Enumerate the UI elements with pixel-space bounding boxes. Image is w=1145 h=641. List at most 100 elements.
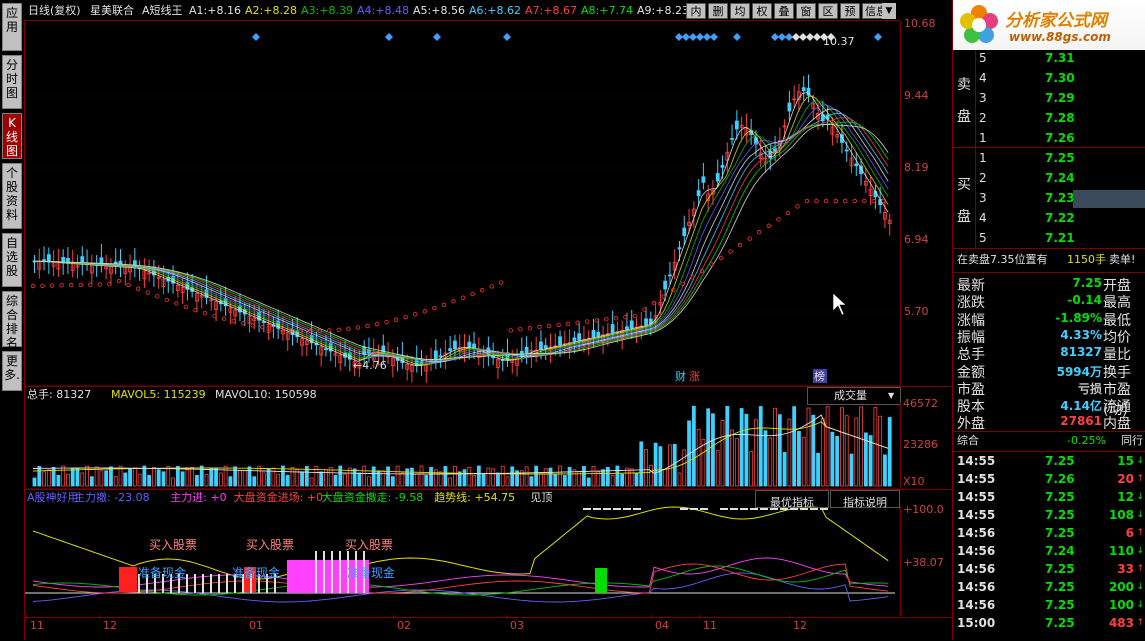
best-indicator-button[interactable]: 最优指标 xyxy=(755,490,829,509)
order-row[interactable]: 2 7.28 xyxy=(977,108,1145,128)
volume-bar xyxy=(529,476,534,487)
chart-header: 日线(复权) 星美联合 A短线王 A1:+8.16 A2:+8.28 A3:+8.3… xyxy=(24,0,899,21)
top-dash xyxy=(760,508,768,510)
stat-value: 81327 xyxy=(1060,345,1102,360)
top-dash xyxy=(633,508,641,510)
volume-bar xyxy=(883,454,887,487)
sidebar-tab[interactable]: 自选股 xyxy=(2,233,22,287)
indicator-name: A短线王 xyxy=(142,4,183,17)
signal-diamond-icon xyxy=(682,33,690,41)
sar-dot xyxy=(365,323,370,329)
volume-bar xyxy=(677,472,682,487)
trade-volume: 12 xyxy=(1117,490,1134,504)
indicator-help-button[interactable]: 指标说明 xyxy=(830,490,900,509)
volume-bar xyxy=(419,465,424,487)
order-row[interactable]: 1 7.26 xyxy=(977,128,1145,148)
sidebar-tab[interactable]: 个股资料 xyxy=(2,163,22,229)
indicator-value: 主力进: +0 xyxy=(170,491,227,504)
quote-panel: 分析家公式网 www.88gs.com 卖 盘 买 盘 5 7.31 4 7.30 3 7… xyxy=(952,0,1145,640)
sar-dot xyxy=(823,198,829,204)
toolbar-button[interactable]: 均 xyxy=(730,3,750,19)
volume-bar xyxy=(42,471,46,487)
sar-dot xyxy=(135,286,141,291)
top-dash xyxy=(680,508,688,510)
order-row[interactable]: 4 7.22 xyxy=(977,208,1145,228)
cash-signal-label: 准备现金 xyxy=(138,565,186,580)
sar-dot xyxy=(413,312,418,317)
trade-price: 7.25 xyxy=(1045,526,1075,540)
toolbar-button[interactable]: 区 xyxy=(818,3,838,19)
volume-bar xyxy=(682,449,687,487)
volume-bar xyxy=(414,473,419,487)
low-price-label: ←4.76 xyxy=(353,359,387,372)
candle-body xyxy=(543,345,548,349)
volume-bar xyxy=(720,419,725,487)
order-row[interactable]: 1 7.25 xyxy=(977,148,1145,168)
notice-suffix: 卖单! xyxy=(1109,253,1136,266)
stat-value: 5994万 xyxy=(1056,364,1102,379)
volume-bar xyxy=(739,408,744,487)
sidebar-tab[interactable]: 综合排名 xyxy=(2,291,22,350)
volume-dropdown[interactable]: 成交量 ▼ xyxy=(807,387,901,405)
order-price: 7.28 xyxy=(1045,111,1075,125)
buy-label-top: 买 xyxy=(957,177,971,193)
divider xyxy=(953,431,1145,432)
order-level: 1 xyxy=(979,151,987,165)
volume-bar xyxy=(534,465,539,487)
sar-dot xyxy=(518,327,523,332)
sidebar-tab[interactable]: K线图 xyxy=(2,113,22,159)
toolbar-button[interactable]: 叠 xyxy=(774,3,794,19)
ind-axis-top: +100.0 xyxy=(903,503,944,516)
candle-body xyxy=(844,149,849,152)
trade-price: 7.26 xyxy=(1045,472,1075,486)
sidebar-tab[interactable]: 更多. xyxy=(2,351,22,391)
indicator-value: 大盘资金撤走: -9.58 xyxy=(321,491,424,504)
volume-bar xyxy=(462,469,467,487)
candle-body xyxy=(596,331,601,337)
sidebar-tab[interactable]: 分时图 xyxy=(2,55,22,109)
order-row[interactable]: 4 7.30 xyxy=(977,68,1145,88)
price-tick-label: 8.19 xyxy=(904,161,929,174)
scroll-down-icon[interactable]: ▼ xyxy=(882,3,896,19)
top-dash xyxy=(700,508,708,510)
order-row[interactable]: 3 7.29 xyxy=(977,88,1145,108)
trade-volume: 110 xyxy=(1108,544,1134,558)
toolbar-button[interactable]: 窗 xyxy=(796,3,816,19)
volume-bar xyxy=(66,473,70,487)
toolbar-button[interactable]: 删 xyxy=(708,3,728,19)
signal-stripe xyxy=(315,551,317,593)
volume-bar xyxy=(123,472,128,487)
volume-bar xyxy=(142,465,147,487)
signal-diamond-icon xyxy=(703,33,711,41)
volume-bar xyxy=(725,405,730,487)
order-row[interactable]: 5 7.21 xyxy=(977,228,1145,248)
indicator-value: 大盘资金进场: +0 xyxy=(233,491,324,504)
toolbar-button[interactable]: 权 xyxy=(752,3,772,19)
order-row[interactable]: 2 7.24 xyxy=(977,168,1145,188)
sar-dot xyxy=(78,282,83,288)
top-dash xyxy=(613,508,621,510)
sidebar-tab[interactable]: 应用 xyxy=(2,3,22,51)
date-axis: 11 12 01 02 03 04 11 12 xyxy=(25,615,952,641)
volume-bar xyxy=(629,468,634,487)
order-price: 7.31 xyxy=(1045,51,1075,65)
order-price: 7.21 xyxy=(1045,231,1075,245)
toolbar-button[interactable]: 内 xyxy=(686,3,706,19)
volume-bar xyxy=(691,405,696,487)
toolbar-button[interactable]: 预 xyxy=(840,3,860,19)
volume-bar xyxy=(56,475,61,487)
volume-bar xyxy=(338,465,343,487)
period-label[interactable]: 日线(复权) xyxy=(28,4,81,18)
indicator-value: A股神好用 xyxy=(27,491,79,504)
sar-dot xyxy=(766,223,771,228)
chart-canvas[interactable]: 10.37 ←4.76 财涨 榜买入股票 买入股票 买入股票准备现金 准备现金 准备现金 xyxy=(25,21,900,619)
flower-logo-icon xyxy=(960,5,998,43)
moving-average-line xyxy=(32,123,889,361)
vol-total: 总手: 81327 xyxy=(27,388,92,401)
top-dash xyxy=(740,508,748,510)
volume-header: 总手: 81327 MAVOL5: 115239 MAVOL10: 150598… xyxy=(25,386,952,405)
trade-direction-icon: ↓ xyxy=(1136,456,1144,466)
volume-bar xyxy=(706,408,711,487)
order-row[interactable]: 5 7.31 xyxy=(977,48,1145,68)
sar-dot xyxy=(164,297,169,303)
